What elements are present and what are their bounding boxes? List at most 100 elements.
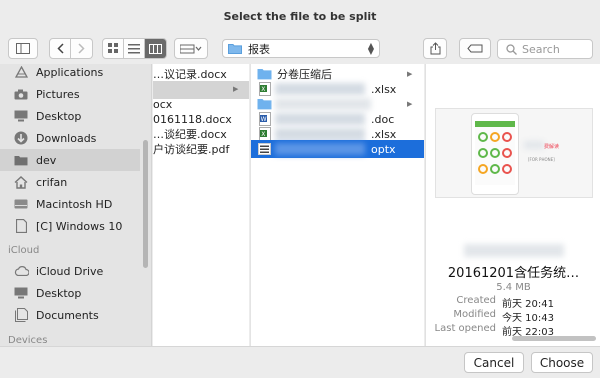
search-field[interactable]: Search (497, 39, 593, 59)
desktop-icon (13, 108, 29, 124)
column-view-button[interactable] (145, 39, 166, 58)
file-name: .xlsx (371, 82, 397, 96)
sidebar-item-label: iCloud Drive (36, 264, 104, 278)
blurred-filename (275, 98, 371, 110)
file-name: …议记录.docx (153, 68, 227, 81)
thumb-title: 费解读 (544, 144, 560, 150)
file-preview-pane: 费解读 [FOR PHONE] 20161201含任务统… 5.4 MB Cre… (425, 64, 600, 346)
file-name: .doc (371, 112, 395, 126)
file-name: optx (371, 142, 396, 156)
folder-icon (228, 44, 242, 54)
choose-button[interactable]: Choose (531, 352, 593, 373)
sidebar-item-downloads[interactable]: Downloads (0, 127, 140, 149)
sidebar-item-documents[interactable]: Documents (0, 304, 140, 326)
preview-thumbnail: 费解读 [FOR PHONE] (435, 108, 593, 198)
blurred-filename (275, 113, 365, 125)
meta-value: 前天 20:41 (502, 299, 554, 310)
dialog-footer: Cancel Choose (0, 346, 600, 378)
sidebar-section-icloud: iCloud (8, 245, 40, 256)
column-2: 分卷压缩后 ▶ X .xlsx ▶ W .doc X .xlsx optx (250, 64, 424, 346)
file-name: 0161118.docx (153, 112, 232, 126)
cancel-button[interactable]: Cancel (464, 352, 524, 373)
sidebar-item-desktop[interactable]: Desktop (0, 105, 140, 127)
share-button[interactable] (423, 38, 447, 59)
meta-modified: Modified 今天 10:43 (426, 309, 600, 324)
sidebar-item-dev[interactable]: dev (0, 149, 140, 171)
list-icon (128, 43, 140, 53)
forward-button[interactable] (71, 38, 93, 59)
chevron-left-icon (56, 43, 64, 54)
sidebar-item-label: Applications (36, 65, 104, 79)
sidebar-item-label: Macintosh HD (36, 197, 113, 211)
sidebar-item-label: [C] Windows 10 (36, 219, 123, 233)
search-icon (506, 43, 517, 55)
blurred-filename (275, 83, 365, 95)
sidebar-item-icloud-drive[interactable]: iCloud Drive (0, 260, 140, 282)
sidebar-toggle-button[interactable] (8, 38, 38, 59)
cloud-icon (13, 263, 29, 279)
disclosure-arrow-icon: ▶ (233, 85, 239, 93)
file-name: ocx (153, 97, 173, 111)
sidebar-item-macintosh-hd[interactable]: Macintosh HD (0, 193, 140, 215)
phone-mockup (471, 113, 519, 195)
chevron-right-icon (78, 43, 85, 54)
harddisk-icon (13, 196, 29, 212)
sidebar-icon (16, 43, 30, 54)
sidebar-scrollbar[interactable] (143, 140, 148, 268)
toolbar: 报表 ▲ ▼ Search (0, 34, 600, 64)
file-open-dialog: Select the file to be split 报表 ▲ ▼ Searc… (0, 0, 600, 378)
view-mode-switcher (102, 38, 167, 59)
blurred-filename-line (464, 244, 564, 257)
sidebar-item-windows10[interactable]: [C] Windows 10 (0, 215, 140, 237)
meta-key: Modified (453, 309, 496, 320)
list-view-button[interactable] (124, 39, 145, 58)
search-placeholder: Search (522, 42, 560, 56)
document-icon (13, 218, 29, 234)
blurred-title (524, 141, 544, 149)
blurred-filename (275, 128, 365, 140)
thumb-caption: [FOR PHONE] (528, 157, 555, 162)
download-icon (13, 130, 29, 146)
folder-icon (13, 152, 29, 168)
applications-icon (13, 64, 29, 80)
svg-text:W: W (260, 116, 266, 123)
meta-value: 今天 10:43 (502, 313, 554, 324)
preview-size: 5.4 MB (496, 282, 531, 293)
tag-icon (467, 44, 483, 53)
svg-text:X: X (261, 86, 265, 93)
icon-view-button[interactable] (103, 39, 124, 58)
file-name: 户访谈纪要.pdf (153, 143, 230, 156)
path-label: 报表 (248, 42, 270, 56)
path-selector[interactable]: 报表 ▲ ▼ (222, 39, 380, 58)
blurred-filename (275, 143, 365, 155)
list-item-file-selected[interactable]: optx (251, 140, 424, 158)
sidebar-item-applications[interactable]: Applications (0, 64, 140, 83)
home-icon (13, 174, 29, 190)
arrange-button[interactable] (174, 38, 208, 59)
sidebar-item-pictures[interactable]: Pictures (0, 83, 140, 105)
list-item[interactable]: 户访谈纪要.pdf (153, 140, 249, 158)
meta-created: Created 前天 20:41 (426, 295, 600, 310)
chevron-updown-icon: ▲ ▼ (367, 41, 374, 56)
horizontal-scrollbar[interactable] (512, 336, 596, 341)
sidebar-item-label: Pictures (36, 87, 80, 101)
sidebar-item-label: dev (36, 153, 57, 167)
column-1: …议记录.docx ▶ ocx 0161118.docx …谈纪要.docx 户… (153, 64, 249, 346)
file-name: .xlsx (371, 127, 397, 141)
cover-flow-icon (180, 44, 202, 53)
share-icon (430, 42, 440, 55)
sidebar-section-devices: Devices (8, 335, 48, 346)
dialog-title: Select the file to be split (223, 10, 377, 23)
tags-button[interactable] (459, 38, 491, 59)
disclosure-arrow-icon: ▶ (407, 70, 413, 78)
back-button[interactable] (49, 38, 71, 59)
disclosure-arrow-icon: ▶ (407, 100, 413, 108)
sidebar-item-label: Documents (36, 308, 99, 322)
sidebar-item-label: Downloads (36, 131, 97, 145)
sidebar-item-icloud-desktop[interactable]: Desktop (0, 282, 140, 304)
sidebar-item-label: Desktop (36, 109, 82, 123)
meta-key: Created (456, 295, 496, 306)
ppt-icon (257, 142, 272, 157)
sidebar-item-crifan[interactable]: crifan (0, 171, 140, 193)
document-icon (13, 307, 29, 323)
